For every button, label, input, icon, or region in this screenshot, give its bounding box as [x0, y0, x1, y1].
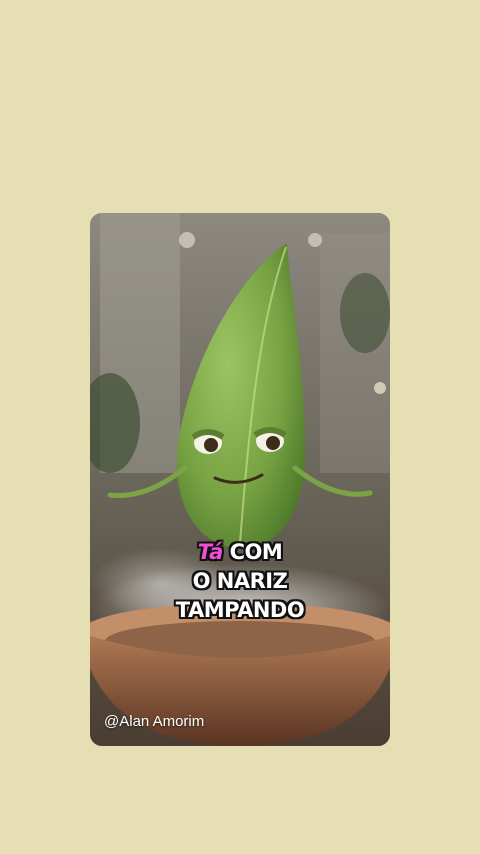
video-caption: Tá COM O NARIZ TAMPANDO	[90, 538, 390, 625]
video-player[interactable]: Tá COM O NARIZ TAMPANDO @Alan Amorim	[90, 213, 390, 746]
creator-credit: @Alan Amorim	[104, 713, 205, 730]
caption-line-2: O NARIZ	[192, 569, 288, 593]
caption-line-3: TAMPANDO	[175, 598, 305, 622]
caption-line-1-rest: COM	[229, 540, 283, 564]
video-frame	[90, 213, 390, 746]
caption-highlight-word: Tá	[197, 540, 224, 564]
caption-line-1: Tá COM	[90, 538, 390, 567]
